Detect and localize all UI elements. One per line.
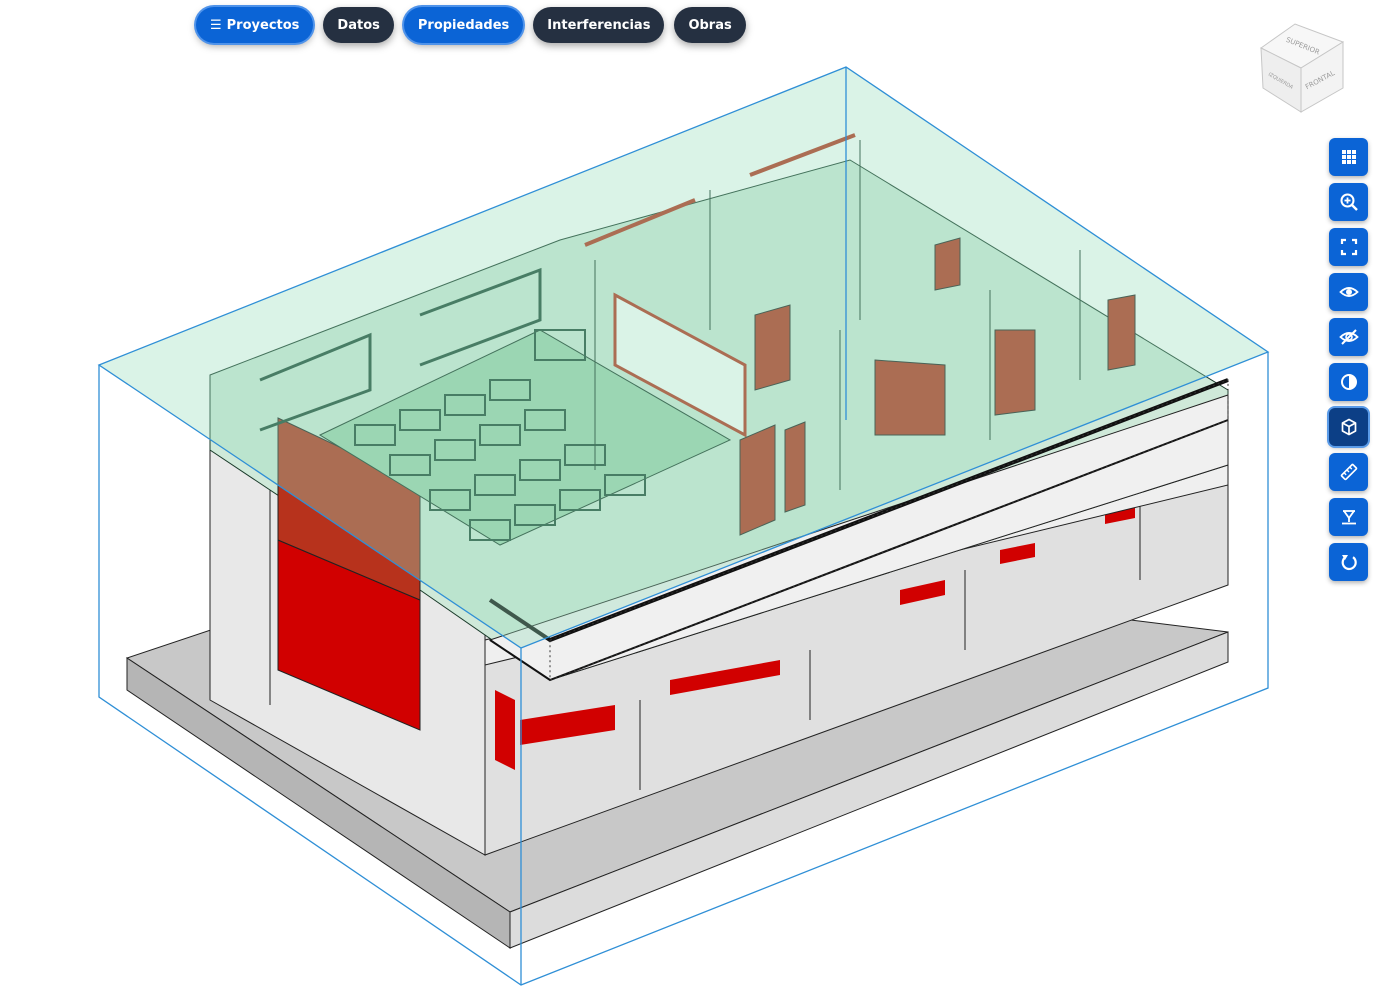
projects-button[interactable]: ☰ Proyectos (196, 7, 314, 43)
properties-button[interactable]: Propiedades (403, 7, 524, 43)
fit-view-button[interactable] (1329, 228, 1368, 266)
reset-button[interactable] (1329, 543, 1368, 581)
section-plane-button[interactable] (1329, 498, 1368, 536)
properties-label: Propiedades (417, 17, 510, 33)
contrast-icon (1340, 374, 1357, 390)
section-plane-icon (1341, 510, 1356, 525)
view-cube[interactable]: SUPERIOR IZQUIERDA FRONTAL (1255, 16, 1350, 114)
section-box-button[interactable] (1329, 408, 1368, 446)
hide-button[interactable] (1329, 318, 1368, 356)
clashes-button[interactable]: Interferencias (533, 7, 665, 43)
reset-icon (1341, 555, 1357, 571)
works-button[interactable]: Obras (674, 7, 746, 43)
zoom-in-button[interactable] (1329, 183, 1368, 221)
right-toolbar (1329, 138, 1368, 581)
cube-icon (1341, 418, 1356, 436)
data-label: Datos (337, 17, 380, 33)
hide-icon (1338, 329, 1359, 345)
projects-label: Proyectos (226, 17, 300, 33)
grid-button[interactable] (1329, 138, 1368, 176)
show-icon (1338, 287, 1359, 297)
grid-icon (1341, 150, 1356, 164)
top-navigation: ☰ Proyectos Datos Propiedades Interferen… (196, 7, 746, 43)
measure-icon (1340, 463, 1357, 481)
works-label: Obras (688, 17, 732, 33)
fit-view-icon (1340, 238, 1357, 256)
menu-icon: ☰ (210, 17, 222, 33)
zoom-in-icon (1340, 193, 1358, 211)
clashes-label: Interferencias (547, 17, 651, 33)
data-button[interactable]: Datos (323, 7, 394, 43)
measure-button[interactable] (1329, 453, 1368, 491)
contrast-button[interactable] (1329, 363, 1368, 401)
show-button[interactable] (1329, 273, 1368, 311)
viewer-canvas[interactable] (0, 0, 1375, 1001)
